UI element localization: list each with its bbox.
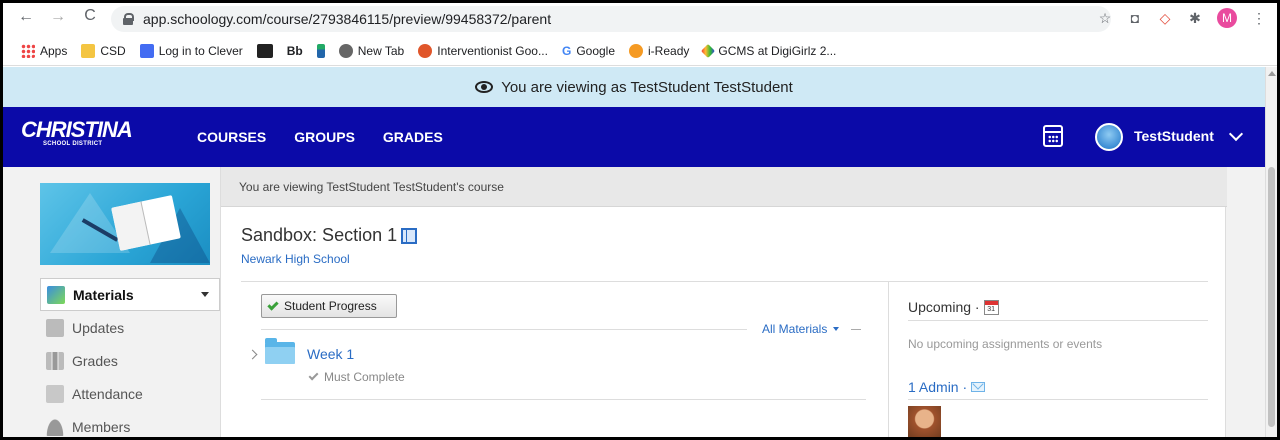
members-icon [46, 417, 64, 436]
check-icon [267, 298, 279, 311]
school-link[interactable]: Newark High School [241, 252, 350, 266]
caret-down-icon [201, 292, 209, 297]
admin-heading[interactable]: 1 Admin · [908, 379, 986, 395]
bookmark-unnamed-2[interactable] [316, 43, 325, 58]
viewing-course-strip: You are viewing TestStudent TestStudent'… [221, 167, 1227, 207]
check-icon [308, 370, 319, 381]
course-book-icon[interactable] [401, 227, 418, 244]
clever-icon [139, 43, 154, 58]
bookmark-icon [701, 43, 716, 58]
back-arrow-icon[interactable]: ← [15, 8, 37, 26]
caret-down-icon [833, 327, 840, 331]
folder-icon [265, 338, 295, 364]
nav-groups[interactable]: GROUPS [294, 129, 355, 145]
folder-title[interactable]: Week 1 [307, 346, 354, 362]
browser-toolbar: ← → C app.schoology.com/course/279384611… [3, 3, 1277, 36]
materials-icon [47, 285, 65, 304]
bookmark-google[interactable]: G Google [562, 44, 615, 58]
extension-icon[interactable]: ◘ [1127, 10, 1143, 26]
globe-icon [338, 43, 353, 58]
scrollbar-thumb[interactable] [1268, 167, 1275, 427]
divider [261, 399, 866, 400]
mail-icon[interactable] [971, 382, 986, 392]
profile-avatar[interactable]: M [1217, 8, 1237, 28]
folder-icon [81, 43, 96, 58]
course-sidebar: Materials Updates Grades Attendance Memb… [40, 278, 220, 437]
folder-row[interactable]: Week 1 Must Complete [247, 338, 869, 399]
nav-grades[interactable]: GRADES [383, 129, 443, 145]
url-text: app.schoology.com/course/2793846115/prev… [143, 11, 552, 27]
logo-main-text: CHRISTINA [21, 117, 133, 142]
page-scrollbar[interactable] [1265, 67, 1277, 437]
scroll-up-icon[interactable] [1268, 71, 1276, 76]
sidebar-item-updates[interactable]: Updates [40, 311, 220, 344]
bookmark-apps[interactable]: Apps [21, 43, 67, 58]
menu-dots-icon[interactable]: ⋮ [1251, 10, 1267, 26]
course-main: You are viewing TestStudent TestStudent'… [220, 167, 1227, 437]
course-picture [40, 183, 210, 265]
apps-grid-icon [21, 43, 35, 58]
star-icon[interactable]: ☆ [1097, 10, 1113, 26]
calendar-dots [1048, 135, 1058, 143]
forward-arrow-icon[interactable]: → [47, 8, 69, 26]
address-bar[interactable]: app.schoology.com/course/2793846115/prev… [111, 6, 1111, 32]
bookmark-icon [316, 43, 325, 58]
divider [261, 329, 747, 330]
nav-courses[interactable]: COURSES [197, 129, 266, 145]
admin-avatar[interactable] [908, 406, 941, 437]
right-column: Upcoming · 31 No upcoming assignments or… [888, 282, 1208, 437]
bookmark-clever[interactable]: Log in to Clever [139, 43, 243, 58]
divider [908, 320, 1208, 321]
viewing-as-banner: You are viewing as TestStudent TestStude… [3, 67, 1265, 107]
divider [908, 399, 1208, 400]
extension-arrow-icon[interactable]: ◇ [1157, 10, 1173, 26]
sidebar-item-members[interactable]: Members [40, 410, 220, 437]
course-title-text: Sandbox: Section 1 [241, 225, 398, 245]
student-progress-button[interactable]: Student Progress [261, 294, 397, 318]
iready-icon [629, 43, 644, 58]
course-title: Sandbox: Section 1 [241, 225, 418, 246]
bookmark-icon [418, 43, 433, 58]
sidebar-item-grades[interactable]: Grades [40, 344, 220, 377]
divider [851, 328, 862, 330]
bookmark-csd[interactable]: CSD [81, 43, 126, 58]
bookmark-interventionist[interactable]: Interventionist Goo... [418, 43, 548, 58]
viewing-as-text: You are viewing as TestStudent TestStude… [501, 78, 793, 96]
lock-icon [123, 13, 134, 25]
reload-icon[interactable]: C [79, 7, 101, 25]
upcoming-heading: Upcoming · 31 [908, 299, 999, 315]
schoology-header: CHRISTINA SCHOOL DISTRICT COURSES GROUPS… [3, 107, 1265, 167]
user-name[interactable]: TestStudent [1134, 128, 1214, 144]
calendar-icon[interactable]: 31 [983, 299, 999, 315]
chevron-down-icon[interactable] [1228, 126, 1244, 142]
bookmark-unnamed-1[interactable] [256, 43, 273, 58]
puzzle-icon[interactable]: ✱ [1187, 10, 1203, 26]
bookmark-icon [256, 43, 273, 58]
bookmark-new-tab[interactable]: New Tab [338, 43, 404, 58]
calendar-icon[interactable] [1043, 125, 1063, 147]
chevron-right-icon[interactable] [247, 349, 258, 360]
district-logo[interactable]: CHRISTINA SCHOOL DISTRICT [21, 119, 139, 157]
google-icon: G [561, 43, 572, 58]
grades-icon [46, 351, 64, 370]
bookmark-iready[interactable]: i-Ready [629, 43, 689, 58]
eye-icon [475, 81, 494, 93]
user-avatar[interactable] [1095, 123, 1123, 151]
all-materials-filter[interactable]: All Materials [762, 322, 862, 336]
bookmark-digigirlz[interactable]: GCMS at DigiGirlz 2... [701, 43, 836, 58]
browser-window: ← → C app.schoology.com/course/279384611… [0, 0, 1280, 440]
bookmarks-bar: Apps CSD Log in to Clever Bb New Tab Int… [3, 36, 1277, 66]
updates-icon [46, 318, 64, 337]
no-upcoming-text: No upcoming assignments or events [908, 337, 1103, 351]
attendance-icon [46, 384, 64, 403]
bookmark-bb[interactable]: Bb [287, 44, 303, 58]
sidebar-item-materials[interactable]: Materials [40, 278, 220, 311]
sidebar-item-attendance[interactable]: Attendance [40, 377, 220, 410]
folder-status: Must Complete [308, 370, 405, 384]
